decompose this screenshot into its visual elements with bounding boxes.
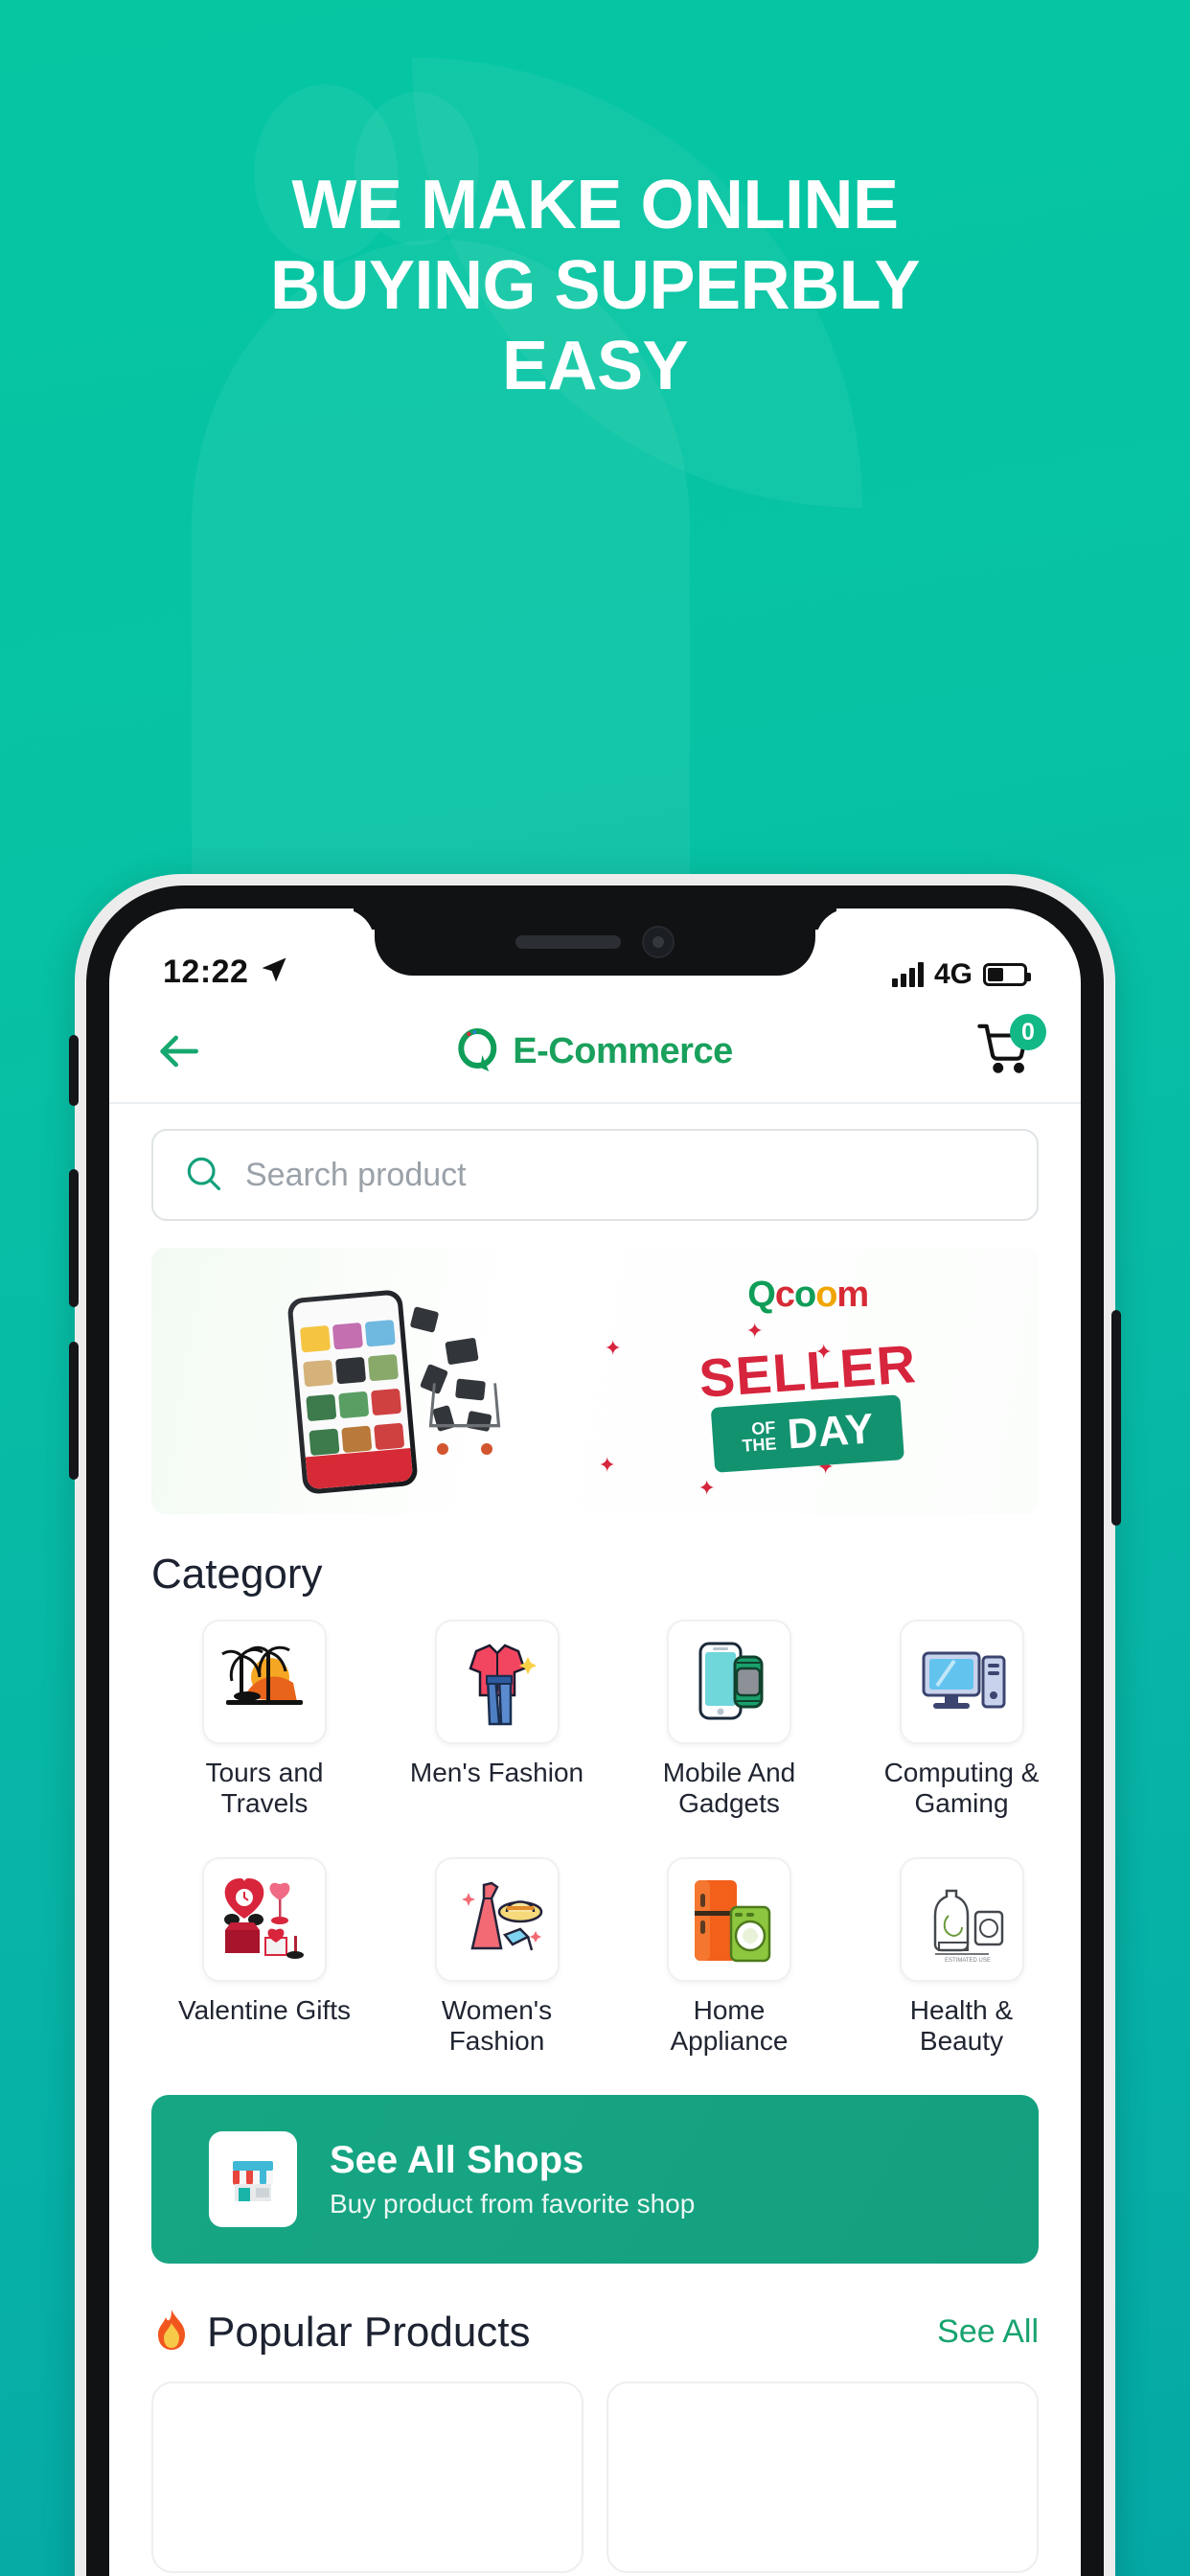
- category-item-computing-and-gaming[interactable]: Computing & Gaming: [849, 1620, 1075, 1819]
- poster-stage: WE MAKE ONLINE BUYING SUPERBLY EASY 12:2…: [0, 0, 1190, 2576]
- fire-icon: [151, 2308, 192, 2357]
- see-all-shops-banner[interactable]: See All Shops Buy product from favorite …: [151, 2095, 1039, 2264]
- status-bar-clock: 12:22: [163, 954, 249, 990]
- product-card[interactable]: [151, 2381, 584, 2573]
- status-bar-right: 4G: [891, 958, 1031, 991]
- category-grid: Tours and Travels Men's Fashion Mobile A…: [109, 1606, 1081, 2057]
- banner-artwork: [151, 1248, 577, 1514]
- banner-ribbon-day: DAY: [786, 1405, 876, 1459]
- qcoom-letter-m: m: [836, 1275, 869, 1315]
- phone-notch: [375, 908, 815, 976]
- store-front-icon: [209, 2131, 297, 2227]
- search-section: Search product: [109, 1104, 1081, 1238]
- status-bar: 12:22 4G: [109, 908, 1081, 1000]
- front-camera-icon: [642, 926, 675, 958]
- search-placeholder: Search product: [245, 1156, 467, 1193]
- popular-products-title: Popular Products: [207, 2308, 531, 2356]
- app-brand-title: E-Commerce: [513, 1030, 733, 1071]
- sparkle-icon-1: ✦: [604, 1336, 622, 1360]
- cosmetics-icon: ESTIMATED USE: [899, 1857, 1024, 1982]
- banner-ribbon-the: THE: [742, 1434, 778, 1456]
- promo-banner[interactable]: Qcoom ✦ ✦ ✦ ✦ ✦ ✦ SELLER OF THE DAY: [151, 1248, 1039, 1514]
- category-item-tours-and-travels[interactable]: Tours and Travels: [151, 1620, 378, 1819]
- cart-count-badge: 0: [1010, 1014, 1046, 1050]
- back-arrow-icon[interactable]: [151, 1024, 205, 1078]
- category-item-label: Computing & Gaming: [883, 1758, 1040, 1818]
- headline-line-1: WE MAKE ONLINE: [291, 167, 899, 243]
- phone-silent-switch[interactable]: [69, 1035, 79, 1106]
- phone-volume-up-button[interactable]: [69, 1169, 79, 1307]
- palm-beach-icon: [202, 1620, 327, 1744]
- popular-products-title-group: Popular Products: [151, 2308, 531, 2357]
- phone-power-button[interactable]: [1111, 1310, 1121, 1526]
- sparkle-icon-5: ✦: [698, 1476, 716, 1500]
- category-item-mens-fashion[interactable]: Men's Fashion: [384, 1620, 610, 1819]
- popular-see-all-link[interactable]: See All: [937, 2313, 1039, 2351]
- popular-products-row: [151, 2381, 1039, 2573]
- battery-icon: [983, 963, 1031, 986]
- banner-ribbon-small: OF THE: [741, 1417, 778, 1456]
- qcoom-letter-q: Q: [747, 1275, 776, 1315]
- headline-line-2: BUYING SUPERBLY: [270, 247, 920, 324]
- app-brand[interactable]: E-Commerce: [457, 1028, 733, 1074]
- banner-copy: Qcoom ✦ ✦ ✦ ✦ ✦ ✦ SELLER OF THE DAY: [577, 1248, 1039, 1514]
- search-icon: [182, 1152, 224, 1199]
- status-bar-left: 12:22: [163, 954, 288, 991]
- search-input[interactable]: Search product: [151, 1129, 1039, 1221]
- dress-hat-icon: [434, 1857, 560, 1982]
- heart-gift-icon: [202, 1857, 327, 1982]
- category-item-label: Mobile And Gadgets: [662, 1758, 796, 1818]
- qcoom-wordmark: Qcoom: [747, 1275, 869, 1316]
- category-item-home-appliance[interactable]: Home Appliance: [616, 1857, 842, 2057]
- phone-screen: 12:22 4G E-Commerce 0 Search product Qco…: [109, 908, 1081, 2576]
- category-item-label: Health & Beauty: [909, 1995, 1014, 2056]
- network-type-label: 4G: [933, 958, 973, 990]
- see-all-shops-subtitle: Buy product from favorite shop: [330, 2189, 696, 2219]
- location-arrow-icon: [260, 955, 288, 989]
- shopping-trolley-icon: [428, 1382, 501, 1455]
- phone-volume-down-button[interactable]: [69, 1342, 79, 1480]
- phone-watch-icon: [667, 1620, 791, 1744]
- sparkle-icon-4: ✦: [598, 1453, 616, 1477]
- popular-products-header: Popular Products See All: [151, 2308, 1039, 2357]
- svg-text:ESTIMATED USE: ESTIMATED USE: [945, 1958, 991, 1964]
- category-item-label: Valentine Gifts: [177, 1995, 352, 2025]
- category-item-label: Men's Fashion: [409, 1758, 584, 1787]
- product-card[interactable]: [606, 2381, 1039, 2573]
- qcoom-letter-o1: o: [793, 1275, 816, 1315]
- see-all-shops-title: See All Shops: [330, 2139, 584, 2181]
- poster-headline: WE MAKE ONLINE BUYING SUPERBLY EASY: [0, 165, 1190, 406]
- qcoom-letter-c: c: [774, 1275, 795, 1315]
- signal-bars-icon: [891, 962, 924, 987]
- see-all-shops-copy: See All Shops Buy product from favorite …: [330, 2139, 695, 2220]
- category-item-label: Tours and Travels: [205, 1758, 324, 1818]
- category-section-title: Category: [151, 1551, 323, 1598]
- category-item-valentine-gifts[interactable]: Valentine Gifts: [151, 1857, 378, 2057]
- monitor-icon: [899, 1620, 1024, 1744]
- earpiece-speaker-icon: [515, 935, 621, 949]
- sparkle-icon-2: ✦: [745, 1319, 764, 1343]
- qcoom-logo-icon: [457, 1028, 499, 1074]
- category-item-label: Women's Fashion: [441, 1995, 553, 2056]
- app-header: E-Commerce 0: [109, 1000, 1081, 1104]
- mockup-phone-icon: [286, 1289, 419, 1495]
- qcoom-letter-o2: o: [815, 1275, 837, 1315]
- fridge-washer-icon: [667, 1857, 791, 1982]
- category-item-womens-fashion[interactable]: Women's Fashion: [384, 1857, 610, 2057]
- category-item-mobile-and-gadgets[interactable]: Mobile And Gadgets: [616, 1620, 842, 1819]
- shirt-jeans-icon: [434, 1620, 560, 1744]
- category-item-label: Home Appliance: [670, 1995, 789, 2056]
- shopping-cart-icon[interactable]: 0: [975, 1014, 1046, 1081]
- phone-mockup: 12:22 4G E-Commerce 0 Search product Qco…: [69, 874, 1121, 2576]
- banner-ribbon: OF THE DAY: [710, 1394, 905, 1473]
- headline-line-3: EASY: [501, 328, 689, 404]
- category-item-health-and-beauty[interactable]: ESTIMATED USE Health & Beauty: [849, 1857, 1075, 2057]
